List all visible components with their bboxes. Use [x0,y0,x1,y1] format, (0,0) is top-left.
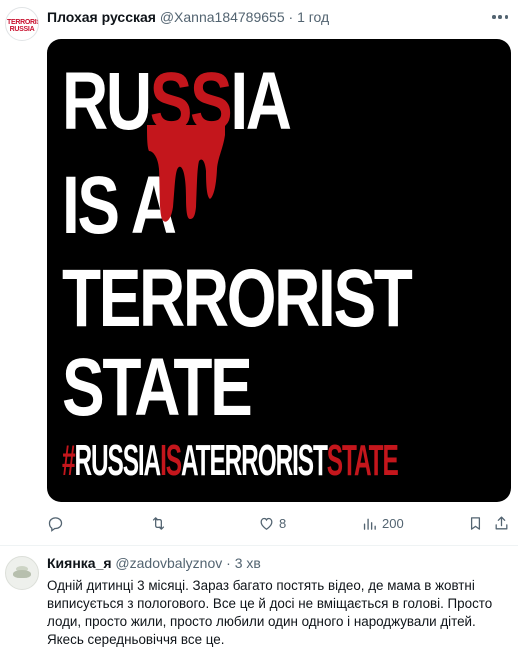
poster-text: TERRORIST [62,253,413,344]
hashtag-part: RUSSIA [74,436,161,485]
poster-text: IA [230,56,292,147]
poster-line-1: RUSSIA [62,61,292,143]
poster-hashtag: #RUSSIAISATERRORISTSTATE [62,436,399,485]
tweet-header: Киянка_я @zadovbalyznov · 3 хв [47,555,478,572]
views-button[interactable]: 200 [361,512,404,534]
avatar[interactable] [5,556,39,590]
more-options-button[interactable] [492,9,508,25]
hashtag-part: TERRORIST [195,436,328,485]
poster-line-3: TERRORIST [62,258,413,340]
tweet-image[interactable]: RUSSIA IS A TERRORIST STATE #RUSSIAISATE… [47,39,511,502]
more-dot-icon [498,15,502,19]
heart-icon [260,517,273,530]
views-icon [363,518,376,530]
tweet-text-line: Якесь середньовіччя все це. [47,632,225,647]
avatar[interactable]: TERRORISM RUSSIA [5,7,39,41]
poster-line-4: STATE [62,347,253,429]
tweet-text-line: Одній дитинці 3 місяці. Зараз багато пос… [47,578,475,593]
tweet[interactable]: Киянка_я @zadovbalyznov · 3 хв Одній дит… [0,546,518,655]
avatar-logo-line-2: RUSSIA [9,26,35,33]
tweet-actions: 8 200 [47,512,511,534]
poster-text-red: SS [149,56,233,147]
poster-text: RU [62,56,152,147]
like-count: 8 [279,515,287,531]
bookmark-button[interactable] [467,512,484,534]
avatar-logo-line-1: TERRORISM [7,19,38,26]
more-dot-icon [492,15,496,19]
more-dot-icon [504,15,508,19]
hashtag-part: STATE [326,436,399,485]
avatar-logo: TERRORISM RUSSIA [7,19,38,33]
bookmark-icon [470,516,481,530]
timestamp[interactable]: 1 год [297,9,329,25]
share-icon [495,515,508,529]
tweet[interactable]: TERRORISM RUSSIA Плохая русская @Xanna18… [0,0,518,546]
share-button[interactable] [493,512,510,534]
poster-text: STATE [62,342,253,433]
retweet-icon [152,516,165,530]
poster-text: IS A [62,160,177,251]
author-name[interactable]: Киянка_я [47,555,112,571]
hashtag-part: IS [160,436,182,485]
author-handle[interactable]: @zadovbalyznov [115,555,222,571]
retweet-button[interactable] [150,512,167,534]
reply-button[interactable] [47,512,64,534]
tweet-text: Одній дитинці 3 місяці. Зараз багато пос… [47,577,509,649]
separator: · [288,9,294,25]
author-name[interactable]: Плохая русская [47,9,156,25]
views-count: 200 [382,515,404,531]
avatar-image-shape [13,570,31,578]
tweet-header: Плохая русская @Xanna184789655 · 1 год [47,9,478,26]
reply-icon [48,516,63,532]
timestamp[interactable]: 3 хв [235,555,261,571]
tweet-text-line: виписується з пологового. Все це й досі … [47,596,493,611]
hashtag-part: # [62,436,76,485]
like-button[interactable]: 8 [258,512,286,534]
hashtag-part: A [180,436,197,485]
author-handle[interactable]: @Xanna184789655 [160,9,285,25]
separator: · [226,555,231,571]
poster-line-2: IS A [62,165,177,247]
tweet-text-line: лоди, просто жили, просто любили один од… [47,614,476,629]
